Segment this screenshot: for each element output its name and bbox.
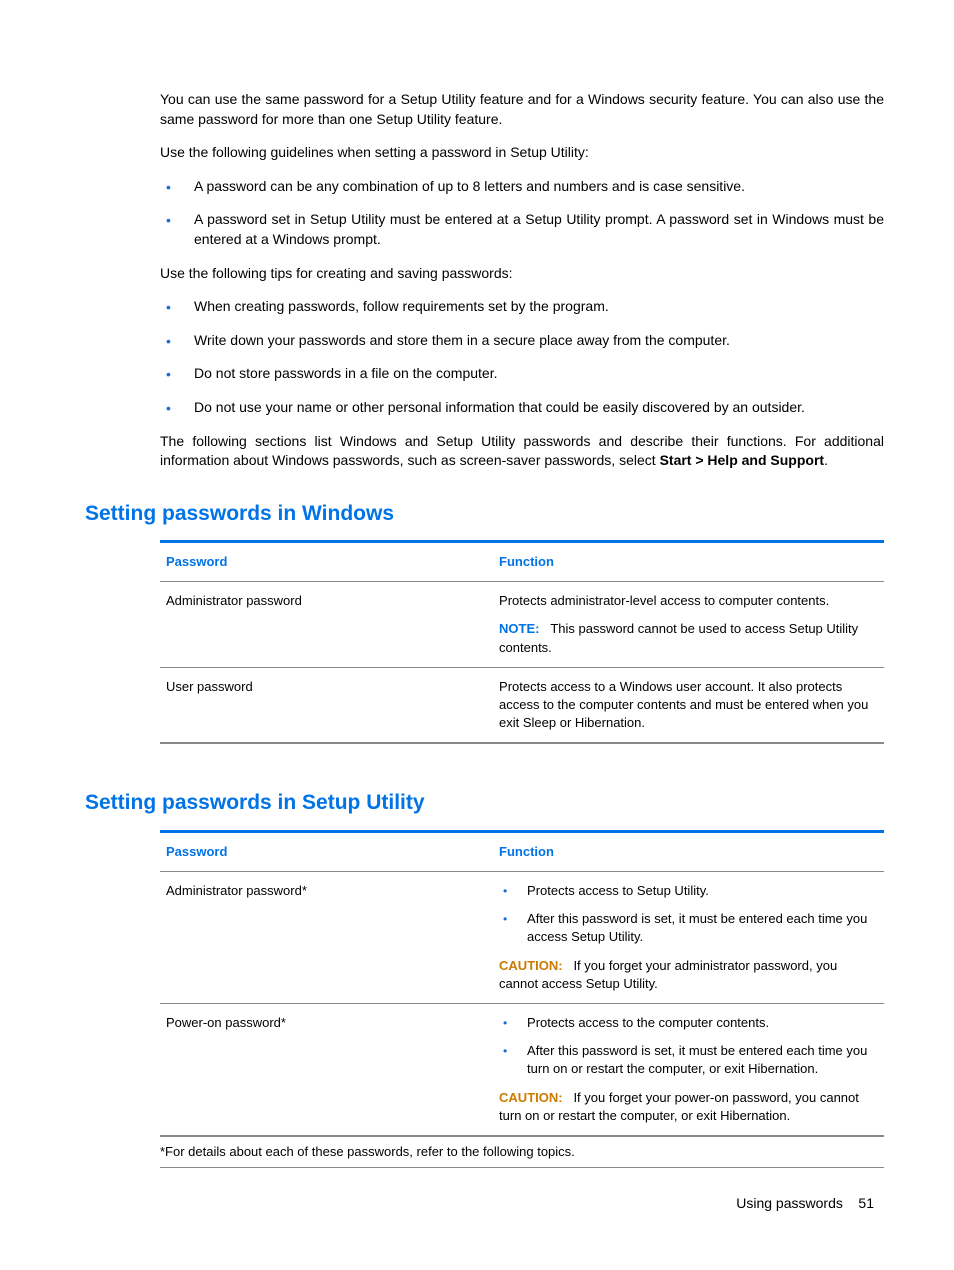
table-row: Administrator password* Protects access … <box>160 872 884 1004</box>
cell-function: Protects administrator-level access to c… <box>493 582 884 668</box>
after-tips-paragraph: The following sections list Windows and … <box>160 432 884 471</box>
caution-label: CAUTION: <box>499 1090 563 1105</box>
section-heading-windows: Setting passwords in Windows <box>85 499 884 528</box>
tips-list: When creating passwords, follow requirem… <box>160 297 884 417</box>
list-item: Write down your passwords and store them… <box>160 331 884 351</box>
page-footer: Using passwords 51 <box>736 1194 874 1214</box>
list-item: After this password is set, it must be e… <box>499 1042 878 1078</box>
note-label: NOTE: <box>499 621 539 636</box>
list-item: Do not use your name or other personal i… <box>160 398 884 418</box>
caution-label: CAUTION: <box>499 958 563 973</box>
table-footnote: *For details about each of these passwor… <box>160 1137 884 1168</box>
list-item: A password can be any combination of up … <box>160 177 884 197</box>
list-item: A password set in Setup Utility must be … <box>160 210 884 249</box>
cell-password: User password <box>160 667 493 743</box>
table-row: Power-on password* Protects access to th… <box>160 1003 884 1135</box>
cell-function: Protects access to the computer contents… <box>493 1003 884 1135</box>
cell-function: Protects access to a Windows user accoun… <box>493 667 884 743</box>
table-header-password: Password <box>160 831 493 871</box>
setup-utility-passwords-table: Password Function Administrator password… <box>160 830 884 1137</box>
section-heading-setup-utility: Setting passwords in Setup Utility <box>85 788 884 817</box>
table-row: Administrator password Protects administ… <box>160 582 884 668</box>
intro-paragraph-1: You can use the same password for a Setu… <box>160 90 884 129</box>
cell-password: Power-on password* <box>160 1003 493 1135</box>
cell-function: Protects access to Setup Utility. After … <box>493 872 884 1004</box>
table-header-function: Function <box>493 542 884 582</box>
tips-intro: Use the following tips for creating and … <box>160 264 884 284</box>
list-item: After this password is set, it must be e… <box>499 910 878 946</box>
cell-password: Administrator password* <box>160 872 493 1004</box>
list-item: Do not store passwords in a file on the … <box>160 364 884 384</box>
table-header-function: Function <box>493 831 884 871</box>
table-row: User password Protects access to a Windo… <box>160 667 884 743</box>
cell-password: Administrator password <box>160 582 493 668</box>
intro-paragraph-2: Use the following guidelines when settin… <box>160 143 884 163</box>
list-item: When creating passwords, follow requirem… <box>160 297 884 317</box>
table-header-password: Password <box>160 542 493 582</box>
list-item: Protects access to the computer contents… <box>499 1014 878 1032</box>
windows-passwords-table: Password Function Administrator password… <box>160 540 884 744</box>
guidelines-list: A password can be any combination of up … <box>160 177 884 250</box>
list-item: Protects access to Setup Utility. <box>499 882 878 900</box>
